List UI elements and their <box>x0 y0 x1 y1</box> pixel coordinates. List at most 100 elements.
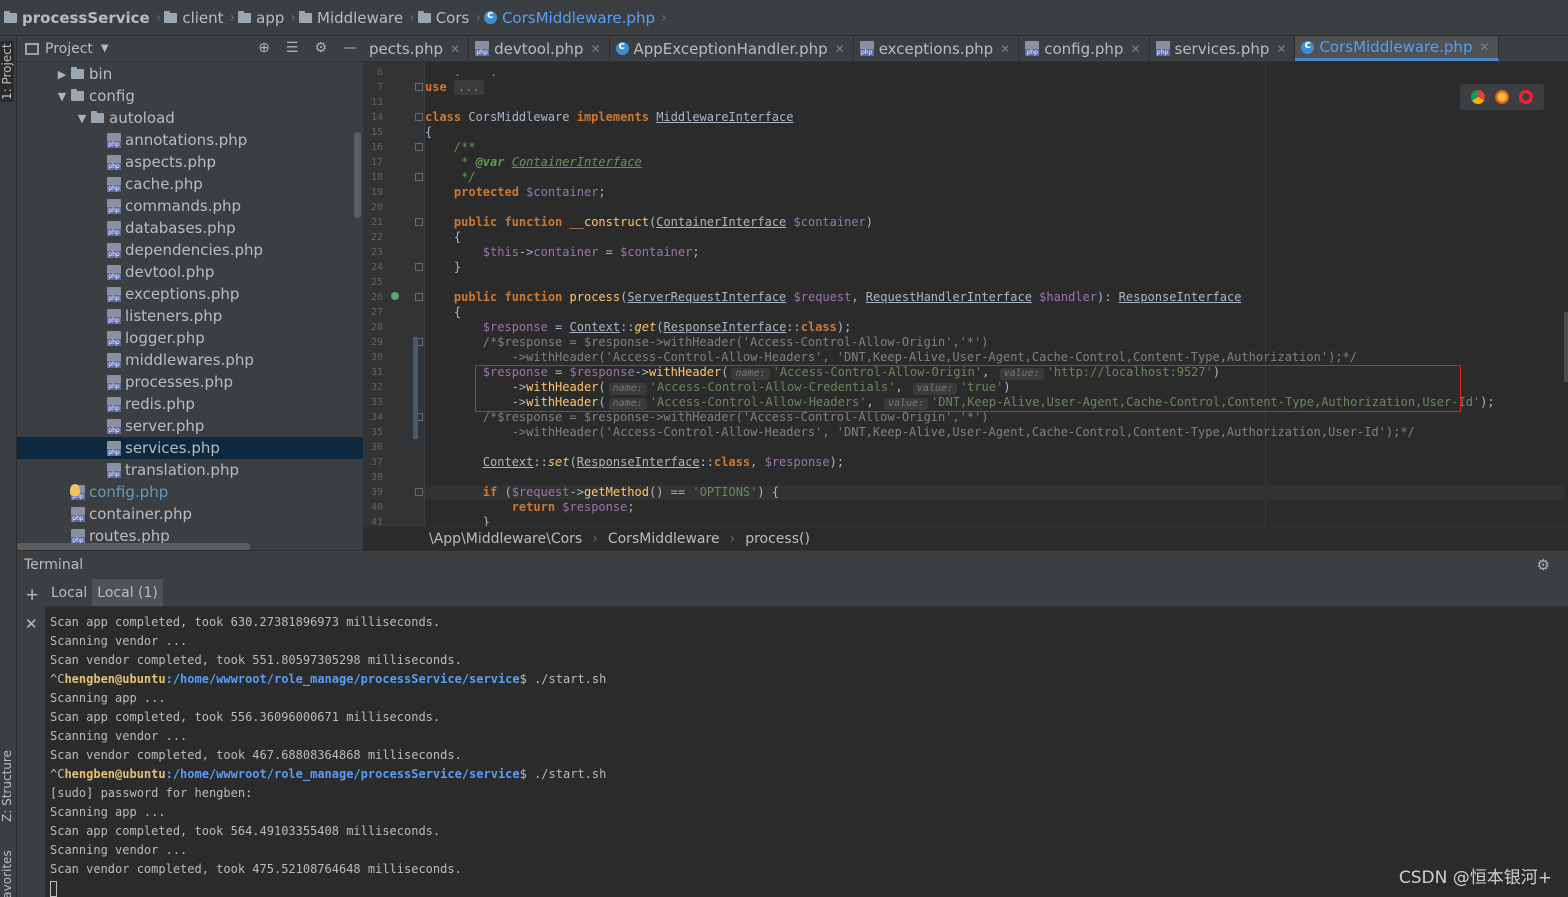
fold-toggle-icon[interactable] <box>415 173 423 181</box>
fold-toggle-icon[interactable] <box>415 293 423 301</box>
tree-item[interactable]: listeners.php <box>17 305 363 327</box>
tree-item[interactable]: services.php <box>17 437 363 459</box>
close-tab-icon[interactable]: ✕ <box>835 42 845 56</box>
code-line: class CorsMiddleware implements Middlewa… <box>425 110 794 124</box>
php-file-icon <box>107 242 121 258</box>
chevron-down-icon[interactable]: ▼ <box>101 43 109 54</box>
gear-icon[interactable]: ⚙ <box>314 40 327 56</box>
terminal-tab-local[interactable]: Local <box>46 579 92 606</box>
php-file-icon <box>107 440 121 456</box>
editor-tab[interactable]: services.php ✕ <box>1150 36 1296 61</box>
nav-crumb-file[interactable]: CorsMiddleware.php <box>483 8 659 27</box>
nav-crumb-app[interactable]: app <box>238 9 288 27</box>
line-number: 37 <box>370 457 383 468</box>
fold-toggle-icon[interactable] <box>415 83 423 91</box>
close-tab-icon[interactable]: ✕ <box>450 42 460 56</box>
tree-item[interactable]: devtool.php <box>17 261 363 283</box>
new-session-icon[interactable]: + <box>25 585 39 605</box>
close-tab-icon[interactable]: ✕ <box>1479 40 1489 54</box>
close-tab-icon[interactable]: ✕ <box>1130 42 1140 56</box>
project-tool-button[interactable]: 1: Project <box>0 41 14 102</box>
tree-item[interactable]: config.php <box>17 481 363 503</box>
code-line: /*$response = $response->withHeader('Acc… <box>425 335 989 349</box>
code-line: } <box>425 515 491 526</box>
terminal-line: Scanning vendor ... <box>50 729 188 743</box>
terminal-line: Scanning app ... <box>50 691 166 705</box>
fold-toggle-icon[interactable] <box>415 263 423 271</box>
fold-toggle-icon[interactable] <box>415 488 423 496</box>
chrome-icon[interactable] <box>1471 90 1485 104</box>
tree-item[interactable]: ▼ autoload <box>17 107 363 129</box>
tree-item[interactable]: exceptions.php <box>17 283 363 305</box>
target-icon[interactable]: ⊕ <box>258 40 270 56</box>
structure-tool-button[interactable]: Z: Structure <box>0 750 14 822</box>
gear-icon[interactable]: ⚙ <box>1537 556 1550 574</box>
breadcrumb-method[interactable]: process() <box>745 531 810 547</box>
close-icon[interactable]: ✕ <box>25 615 38 633</box>
close-tab-icon[interactable]: ✕ <box>1000 42 1010 56</box>
tree-item-label: aspects.php <box>125 153 217 171</box>
close-tab-icon[interactable]: ✕ <box>1276 42 1286 56</box>
fold-toggle-icon[interactable] <box>415 218 423 226</box>
tree-item[interactable]: dependencies.php <box>17 239 363 261</box>
hide-panel-icon[interactable]: — <box>343 40 357 56</box>
tree-item-label: services.php <box>125 439 220 457</box>
chevron-down-icon[interactable]: ▼ <box>73 112 91 125</box>
terminal-tab-local-1[interactable]: Local (1) <box>92 579 163 606</box>
nav-crumb-cors[interactable]: Cors <box>417 9 474 27</box>
fold-toggle-icon[interactable] <box>415 113 423 121</box>
terminal-title: Terminal <box>24 557 84 573</box>
editor-tab[interactable]: pects.php ✕ <box>363 36 470 61</box>
tree-item[interactable]: aspects.php <box>17 151 363 173</box>
code-line: { <box>425 305 462 319</box>
tree-item[interactable]: cache.php <box>17 173 363 195</box>
nav-crumb-project[interactable]: processService <box>4 9 154 27</box>
lightbulb-icon[interactable] <box>70 484 80 496</box>
tree-item[interactable]: ▼ config <box>17 85 363 107</box>
editor-tab[interactable]: CorsMiddleware.php ✕ <box>1295 36 1499 61</box>
chevron-right-icon[interactable]: ▶ <box>53 68 71 81</box>
tree-item[interactable]: logger.php <box>17 327 363 349</box>
tree-item[interactable]: middlewares.php <box>17 349 363 371</box>
tree-item[interactable]: ▶ bin <box>17 63 363 85</box>
editor-tab[interactable]: devtool.php ✕ <box>469 36 610 61</box>
override-icon[interactable] <box>391 292 399 300</box>
php-file-icon <box>1025 41 1040 56</box>
project-vertical-scrollbar[interactable] <box>354 132 361 218</box>
line-number: 25 <box>370 277 383 288</box>
php-file-icon <box>107 374 121 390</box>
editor-scrollbar-marker[interactable] <box>1564 312 1568 382</box>
editor-tab[interactable]: config.php ✕ <box>1019 36 1150 61</box>
favorites-tool-button[interactable]: 2: Favorites <box>0 850 14 897</box>
tree-item[interactable]: commands.php <box>17 195 363 217</box>
fold-toggle-icon[interactable] <box>415 143 423 151</box>
tree-item[interactable]: container.php <box>17 503 363 525</box>
nav-crumb-client[interactable]: client <box>164 9 227 27</box>
project-panel-title[interactable]: Project <box>45 41 93 57</box>
breadcrumb-class[interactable]: CorsMiddleware <box>608 531 720 547</box>
terminal-output[interactable]: Scan app completed, took 630.27381896973… <box>50 613 1550 897</box>
firefox-icon[interactable] <box>1495 90 1509 104</box>
tree-item[interactable]: redis.php <box>17 393 363 415</box>
tree-item-label: cache.php <box>125 175 203 193</box>
folder-icon <box>91 111 104 123</box>
collapse-all-icon[interactable]: ☰ <box>286 40 299 56</box>
project-horizontal-scrollbar[interactable] <box>17 543 250 550</box>
code-editor[interactable]: . . use ... class CorsMiddleware impleme… <box>425 62 1568 526</box>
close-tab-icon[interactable]: ✕ <box>590 42 600 56</box>
editor-tab[interactable]: AppExceptionHandler.php ✕ <box>610 36 854 61</box>
tree-item[interactable]: annotations.php <box>17 129 363 151</box>
tree-item[interactable]: translation.php <box>17 459 363 481</box>
editor-tab-label: pects.php <box>369 39 444 58</box>
tree-item[interactable]: processes.php <box>17 371 363 393</box>
breadcrumb-namespace[interactable]: \App\Middleware\Cors <box>429 531 582 547</box>
terminal-line: Scanning vendor ... <box>50 843 188 857</box>
chevron-down-icon[interactable]: ▼ <box>53 90 71 103</box>
nav-crumb-middleware[interactable]: Middleware <box>299 9 407 27</box>
code-line: Context::set(ResponseInterface::class, $… <box>482 455 845 469</box>
tree-item[interactable]: server.php <box>17 415 363 437</box>
tree-item[interactable]: databases.php <box>17 217 363 239</box>
opera-icon[interactable] <box>1519 90 1533 104</box>
editor-tab[interactable]: exceptions.php ✕ <box>854 36 1020 61</box>
editor-tab-label: exceptions.php <box>878 39 994 58</box>
